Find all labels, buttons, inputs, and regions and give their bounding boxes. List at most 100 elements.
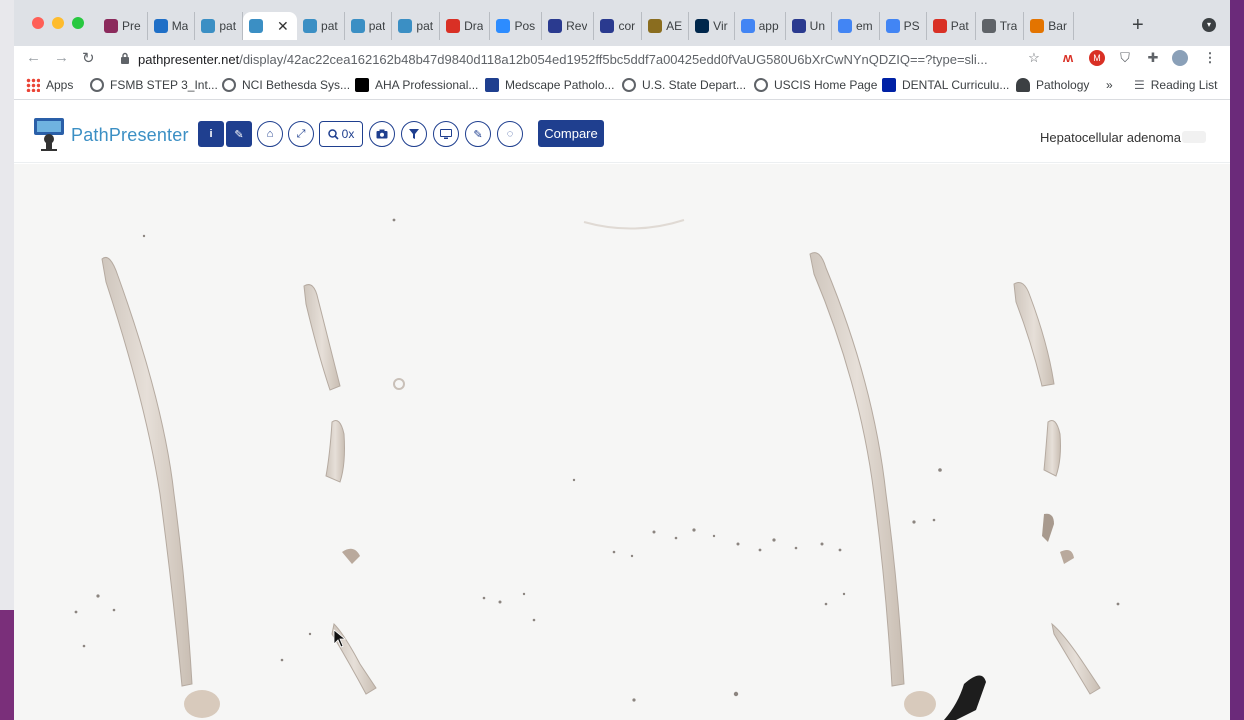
forward-icon[interactable]: → [54, 49, 69, 66]
tab[interactable]: Pre [98, 12, 148, 40]
tab[interactable]: cor [594, 12, 643, 40]
tab[interactable]: PS [880, 12, 927, 40]
seal-icon [754, 78, 768, 92]
tab[interactable]: Tra [976, 12, 1025, 40]
profile-avatar[interactable] [1172, 50, 1188, 66]
tab-label: pat [219, 19, 237, 33]
extension-mendeley-icon[interactable]: ʍ [1060, 50, 1076, 66]
tab[interactable]: em [832, 12, 880, 40]
magnifier-icon [327, 128, 339, 140]
bookmark-item[interactable]: NCI Bethesda Sys... [222, 78, 350, 92]
expand-icon: ⤢ [296, 127, 306, 140]
close-tab-icon[interactable]: ✕ [277, 18, 289, 35]
pathpresenter-logo-icon [34, 118, 64, 151]
favicon-icon [398, 19, 413, 33]
tab[interactable]: Dra [440, 12, 491, 40]
tab[interactable]: pat [345, 12, 393, 40]
present-button[interactable] [433, 121, 459, 147]
tab[interactable]: Pat [927, 12, 976, 40]
favicon-icon [885, 19, 900, 33]
bookmark-item[interactable]: Medscape Patholo... [485, 78, 614, 92]
tab-label: app [758, 19, 779, 33]
lasso-icon: ◌ [506, 128, 514, 140]
bookmark-label: USCIS Home Page [774, 78, 878, 92]
slide-image[interactable] [14, 164, 1230, 720]
reload-icon[interactable]: ↻ [82, 49, 95, 67]
tab[interactable]: pat [297, 12, 345, 40]
aha-icon [355, 78, 369, 92]
favicon-icon [1030, 19, 1045, 33]
tab[interactable]: Un [786, 12, 832, 40]
annotate-button[interactable]: ✎ [465, 121, 491, 147]
compare-button[interactable]: Compare [538, 120, 604, 147]
tab-label: cor [618, 19, 636, 33]
tab-label: pat [416, 19, 434, 33]
browser-window: Pre Ma pat ✕ pat pat pat Dra Pos Rev cor AE Vir app Un… [14, 0, 1230, 720]
tab-label: PS [903, 19, 920, 33]
tab[interactable]: Vir [689, 12, 735, 40]
bookmarks-overflow-button[interactable]: » [1106, 78, 1113, 92]
bookmark-item[interactable]: AHA Professional... [355, 78, 478, 92]
slide-viewer[interactable] [14, 164, 1230, 720]
tab-label: Bar [1048, 19, 1067, 33]
tab-label: Rev [566, 19, 588, 33]
tab[interactable]: Ma [148, 12, 196, 40]
close-window-button[interactable] [32, 17, 44, 29]
tab[interactable]: pat [392, 12, 441, 40]
bookmark-item[interactable]: FSMB STEP 3_Int... [90, 78, 218, 92]
extension-shield-icon[interactable]: ⛉ [1117, 50, 1133, 66]
favicon-icon [740, 19, 755, 33]
fullscreen-button[interactable]: ⤢ [288, 121, 314, 147]
minimize-window-button[interactable] [52, 17, 64, 29]
tab[interactable]: app [735, 12, 786, 40]
extensions-puzzle-icon[interactable]: ✚ [1145, 50, 1161, 66]
bookmark-item[interactable]: U.S. State Depart... [622, 78, 746, 92]
attachment-button[interactable]: ✎ [226, 121, 252, 147]
medscape-icon [485, 78, 499, 92]
tab-strip: Pre Ma pat ✕ pat pat pat Dra Pos Rev cor AE Vir app Un… [14, 0, 1230, 46]
favicon-icon [648, 19, 663, 33]
browser-toolbar: ← → ↻ pathpresenter.net/display/42ac22ce… [14, 46, 1230, 72]
favicon-icon [695, 19, 710, 33]
favicon-icon [153, 19, 168, 33]
tab-label: Pat [950, 19, 969, 33]
tab-label: Ma [171, 19, 189, 33]
favicon-icon [600, 19, 615, 33]
home-button[interactable]: ⌂ [257, 121, 283, 147]
tab[interactable]: AE [642, 12, 690, 40]
bookmark-item[interactable]: Pathology [1016, 78, 1089, 92]
tab[interactable]: pat [195, 12, 244, 40]
tab[interactable]: Bar [1024, 12, 1074, 40]
zoom-button[interactable]: 0x [319, 121, 363, 147]
window-controls [32, 17, 84, 29]
tab-list: Pre Ma pat ✕ pat pat pat Dra Pos Rev cor AE Vir app Un… [98, 12, 1074, 42]
bookmark-item[interactable]: USCIS Home Page [754, 78, 877, 92]
bookmark-item[interactable]: Apps [26, 78, 73, 92]
tab-label: Vir [713, 19, 728, 33]
filter-button[interactable] [401, 121, 427, 147]
tab[interactable]: Rev [542, 12, 595, 40]
address-bar[interactable]: pathpresenter.net/display/42ac22cea16216… [120, 48, 1020, 70]
brand-name[interactable]: PathPresenter [71, 125, 189, 146]
screenshot-button[interactable] [369, 121, 395, 147]
lasso-button[interactable]: ◌ [497, 121, 523, 147]
maximize-window-button[interactable] [72, 17, 84, 29]
bookmark-label: Apps [46, 78, 74, 92]
tab[interactable]: Pos [490, 12, 543, 40]
tab-search-icon[interactable]: ▾ [1202, 18, 1216, 32]
globe-icon [222, 78, 236, 92]
browser-menu-icon[interactable]: ⋮ [1202, 50, 1218, 66]
back-icon[interactable]: ← [26, 49, 41, 66]
app-header: PathPresenter i ✎ ⌂ ⤢ 0x ✎ ◌ Compare Hep… [14, 101, 1230, 163]
extension-m-icon[interactable]: M [1089, 50, 1105, 66]
bookmark-star-icon[interactable]: ☆ [1026, 50, 1042, 66]
reading-list-button[interactable]: ☰ Reading List [1134, 78, 1217, 92]
tab-active[interactable]: ✕ [243, 12, 298, 40]
bookmark-item[interactable]: DENTAL Curriculu... [882, 78, 1009, 92]
info-button[interactable]: i [198, 121, 224, 147]
bookmark-label: FSMB STEP 3_Int... [110, 78, 218, 92]
new-tab-button[interactable]: + [1132, 14, 1144, 37]
favicon-icon [446, 19, 461, 33]
tab-label: pat [321, 19, 338, 33]
bookmark-label: U.S. State Depart... [642, 78, 747, 92]
